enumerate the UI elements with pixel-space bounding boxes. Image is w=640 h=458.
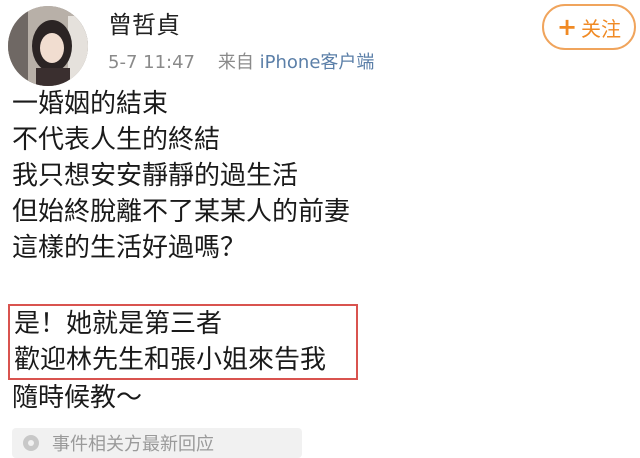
post-line: 一婚姻的結束 <box>12 89 169 119</box>
plus-icon: + <box>556 13 578 41</box>
author-name[interactable]: 曾哲貞 <box>108 10 180 40</box>
avatar-photo <box>8 6 88 86</box>
avatar[interactable] <box>8 6 88 86</box>
highlighted-line: 歡迎林先生和張小姐來告我 <box>14 345 327 375</box>
post-line: 但始終脫離不了某某人的前妻 <box>12 197 351 227</box>
highlight-box: 是！她就是第三者 歡迎林先生和張小姐來告我 <box>8 304 358 380</box>
follow-button[interactable]: + 关注 <box>542 4 636 50</box>
post-line: 不代表人生的終結 <box>12 125 221 155</box>
post-line: 這樣的生活好過嗎？ <box>12 233 247 263</box>
topic-icon <box>20 432 42 454</box>
source-prefix: 来自 <box>217 52 254 73</box>
post-line: 隨時候教～ <box>12 383 143 413</box>
post-text: 一婚姻的結束 不代表人生的終結 我只想安安靜靜的過生活 但始終脫離不了某某人的前… <box>8 86 358 416</box>
post-timestamp: 5-7 11:47 <box>108 52 195 73</box>
topic-label: 事件相关方最新回应 <box>52 434 214 455</box>
topic-bar[interactable]: 事件相关方最新回应 <box>12 428 302 458</box>
post-meta: 5-7 11:47 来自 iPhone客户端 <box>108 50 374 76</box>
post-source[interactable]: iPhone客户端 <box>260 52 375 73</box>
highlighted-line: 是！她就是第三者 <box>14 309 223 339</box>
follow-label: 关注 <box>581 16 622 41</box>
post-line: 我只想安安靜靜的過生活 <box>12 161 299 191</box>
